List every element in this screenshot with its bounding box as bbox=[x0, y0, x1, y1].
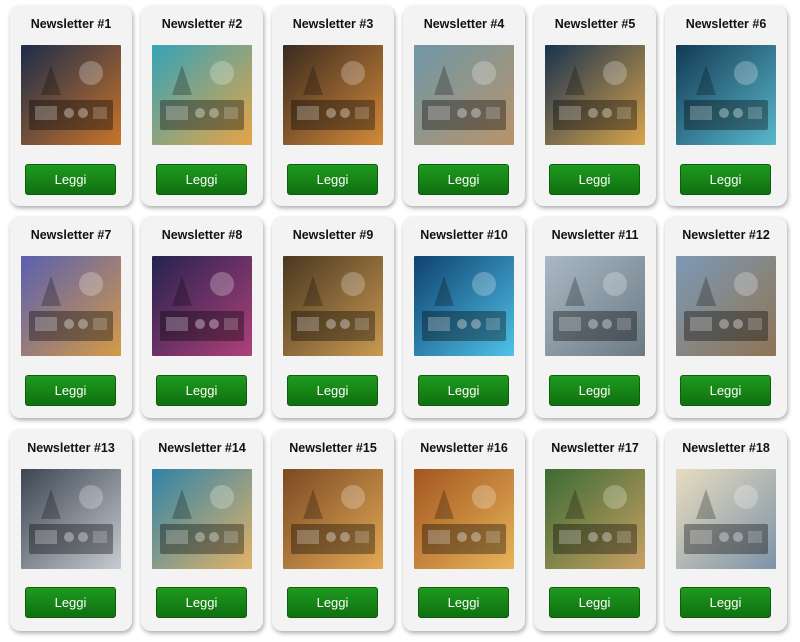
newsletter-card: Newsletter #5 Leggi bbox=[534, 6, 656, 206]
newsletter-title: Newsletter #9 bbox=[292, 228, 374, 242]
newsletter-card: Newsletter #17 Leggi bbox=[534, 430, 656, 631]
newsletter-thumbnail[interactable] bbox=[21, 45, 121, 145]
newsletter-card: Newsletter #7 Leggi bbox=[10, 217, 132, 418]
newsletter-grid: Newsletter #1 Leggi Newsletter #2 Leggi News… bbox=[0, 0, 800, 642]
newsletter-title: Newsletter #4 bbox=[423, 17, 505, 31]
read-button[interactable]: Leggi bbox=[418, 375, 509, 406]
read-button[interactable]: Leggi bbox=[287, 587, 378, 618]
newsletter-card: Newsletter #15 Leggi bbox=[272, 430, 394, 631]
newsletter-card: Newsletter #1 Leggi bbox=[10, 6, 132, 206]
newsletter-card: Newsletter #14 Leggi bbox=[141, 430, 263, 631]
newsletter-title: Newsletter #11 bbox=[551, 228, 639, 242]
newsletter-card: Newsletter #11 Leggi bbox=[534, 217, 656, 418]
newsletter-title: Newsletter #3 bbox=[292, 17, 374, 31]
newsletter-thumbnail[interactable] bbox=[545, 45, 645, 145]
newsletter-card: Newsletter #9 Leggi bbox=[272, 217, 394, 418]
newsletter-title: Newsletter #1 bbox=[30, 17, 112, 31]
newsletter-thumbnail[interactable] bbox=[152, 45, 252, 145]
newsletter-card: Newsletter #18 Leggi bbox=[665, 430, 787, 631]
newsletter-title: Newsletter #6 bbox=[685, 17, 767, 31]
newsletter-card: Newsletter #10 Leggi bbox=[403, 217, 525, 418]
newsletter-card: Newsletter #8 Leggi bbox=[141, 217, 263, 418]
read-button[interactable]: Leggi bbox=[418, 164, 509, 195]
newsletter-title: Newsletter #8 bbox=[161, 228, 243, 242]
newsletter-title: Newsletter #17 bbox=[551, 441, 639, 455]
read-button[interactable]: Leggi bbox=[156, 587, 247, 618]
read-button[interactable]: Leggi bbox=[549, 587, 640, 618]
newsletter-card: Newsletter #4 Leggi bbox=[403, 6, 525, 206]
newsletter-title: Newsletter #15 bbox=[289, 441, 377, 455]
newsletter-title: Newsletter #12 bbox=[682, 228, 770, 242]
read-button[interactable]: Leggi bbox=[549, 164, 640, 195]
read-button[interactable]: Leggi bbox=[156, 164, 247, 195]
read-button[interactable]: Leggi bbox=[287, 164, 378, 195]
read-button[interactable]: Leggi bbox=[680, 375, 771, 406]
newsletter-card: Newsletter #16 Leggi bbox=[403, 430, 525, 631]
newsletter-thumbnail[interactable] bbox=[414, 45, 514, 145]
newsletter-thumbnail[interactable] bbox=[21, 469, 121, 569]
newsletter-title: Newsletter #2 bbox=[161, 17, 243, 31]
read-button[interactable]: Leggi bbox=[680, 164, 771, 195]
newsletter-thumbnail[interactable] bbox=[676, 256, 776, 356]
newsletter-title: Newsletter #7 bbox=[30, 228, 112, 242]
newsletter-card: Newsletter #3 Leggi bbox=[272, 6, 394, 206]
newsletter-thumbnail[interactable] bbox=[152, 469, 252, 569]
newsletter-thumbnail[interactable] bbox=[414, 469, 514, 569]
newsletter-thumbnail[interactable] bbox=[545, 256, 645, 356]
newsletter-title: Newsletter #5 bbox=[554, 17, 636, 31]
read-button[interactable]: Leggi bbox=[25, 587, 116, 618]
newsletter-thumbnail[interactable] bbox=[283, 469, 383, 569]
read-button[interactable]: Leggi bbox=[549, 375, 640, 406]
newsletter-thumbnail[interactable] bbox=[414, 256, 514, 356]
newsletter-thumbnail[interactable] bbox=[283, 256, 383, 356]
read-button[interactable]: Leggi bbox=[156, 375, 247, 406]
newsletter-thumbnail[interactable] bbox=[545, 469, 645, 569]
read-button[interactable]: Leggi bbox=[418, 587, 509, 618]
newsletter-thumbnail[interactable] bbox=[283, 45, 383, 145]
read-button[interactable]: Leggi bbox=[680, 587, 771, 618]
read-button[interactable]: Leggi bbox=[25, 375, 116, 406]
read-button[interactable]: Leggi bbox=[25, 164, 116, 195]
newsletter-title: Newsletter #10 bbox=[420, 228, 508, 242]
newsletter-thumbnail[interactable] bbox=[21, 256, 121, 356]
newsletter-thumbnail[interactable] bbox=[676, 45, 776, 145]
newsletter-title: Newsletter #14 bbox=[158, 441, 246, 455]
newsletter-thumbnail[interactable] bbox=[152, 256, 252, 356]
newsletter-title: Newsletter #13 bbox=[27, 441, 115, 455]
newsletter-card: Newsletter #6 Leggi bbox=[665, 6, 787, 206]
newsletter-card: Newsletter #12 Leggi bbox=[665, 217, 787, 418]
newsletter-title: Newsletter #16 bbox=[420, 441, 508, 455]
read-button[interactable]: Leggi bbox=[287, 375, 378, 406]
newsletter-title: Newsletter #18 bbox=[682, 441, 770, 455]
newsletter-thumbnail[interactable] bbox=[676, 469, 776, 569]
newsletter-card: Newsletter #13 Leggi bbox=[10, 430, 132, 631]
newsletter-card: Newsletter #2 Leggi bbox=[141, 6, 263, 206]
